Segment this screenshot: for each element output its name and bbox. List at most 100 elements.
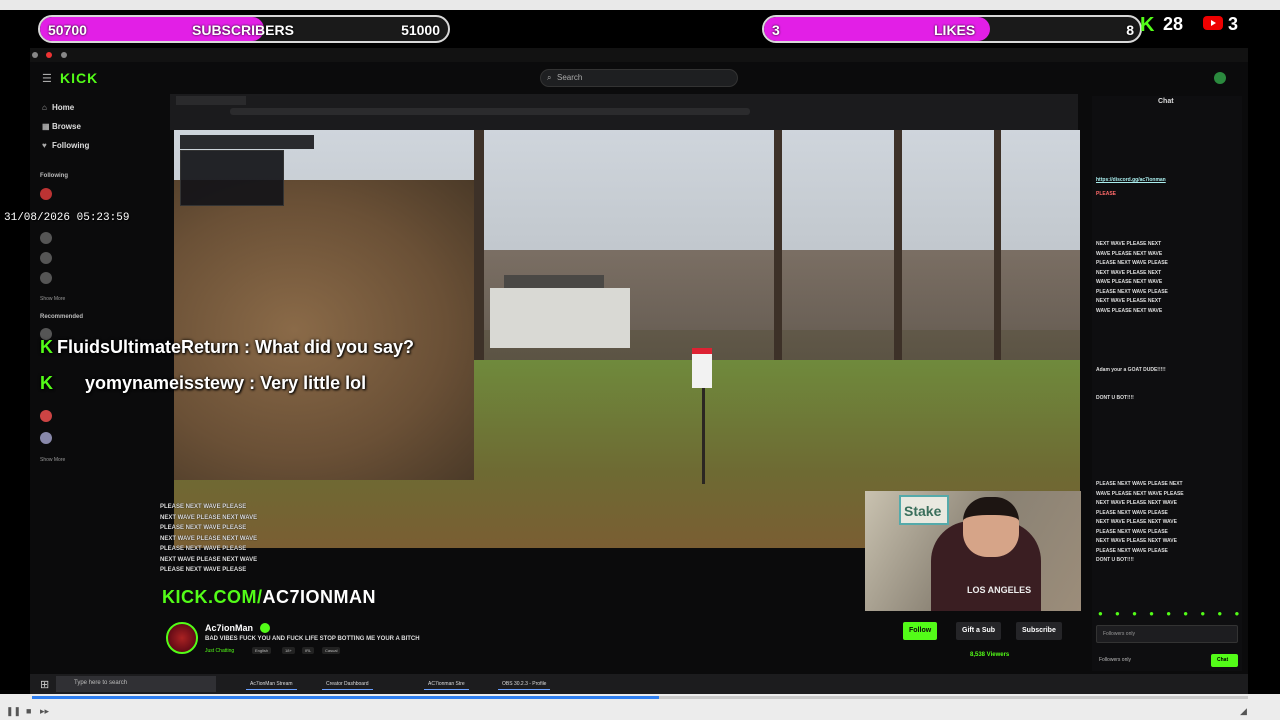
stream-tag[interactable]: Casual xyxy=(322,647,341,654)
sidebar-channel[interactable] xyxy=(40,250,150,266)
tree-trunk xyxy=(474,130,484,380)
house xyxy=(490,288,630,348)
avatar xyxy=(40,410,52,422)
avatar xyxy=(40,188,52,200)
skip-icon[interactable]: ▸▸ xyxy=(40,706,49,717)
menu-icon[interactable]: ☰ xyxy=(42,72,52,85)
bookmark-icon[interactable] xyxy=(60,52,67,58)
youtube-count: 3 xyxy=(1228,14,1239,34)
chat-message-list: PLEASE xyxy=(1096,191,1117,197)
nav-following[interactable]: ♥ Following xyxy=(42,141,89,150)
kick-follower-count: 28 xyxy=(1163,14,1184,34)
address-bar[interactable] xyxy=(230,108,750,115)
seek-bar[interactable] xyxy=(32,696,1248,699)
kick-url-watermark: KICK.COM/AC7IONMAN xyxy=(162,587,377,607)
bush xyxy=(174,180,474,480)
taskbar-search[interactable]: Type here to search xyxy=(56,676,216,692)
stop-icon[interactable]: ■ xyxy=(26,706,31,716)
subscribers-goal-bar: 50700 SUBSCRIBERS 51000 xyxy=(38,15,450,43)
sidebar-channel[interactable] xyxy=(40,430,150,446)
volume-icon[interactable]: ◢ xyxy=(1240,706,1247,717)
bookmark-icon[interactable] xyxy=(46,52,53,58)
show-more-link[interactable]: Show More xyxy=(40,296,65,302)
gift-sub-button[interactable]: Gift a Sub xyxy=(956,622,1002,640)
bookmark-icon[interactable] xyxy=(32,52,38,58)
taskbar-item[interactable]: Creator Dashboard xyxy=(322,678,373,690)
kick-k-icon: K xyxy=(40,373,53,393)
overlay-chat-message: K FluidsUltimateReturn : What did you say… xyxy=(40,337,415,357)
chat-message-list: PLEASE NEXT WAVE PLEASE NEXT WAVE PLEASE… xyxy=(1096,481,1184,563)
tree-trunk xyxy=(894,130,902,370)
nav-browse[interactable]: ▦ Browse xyxy=(42,122,81,131)
taskbar-item[interactable]: OBS 30.2.3 - Profile xyxy=(498,678,551,690)
stream-tag[interactable]: IRL xyxy=(302,647,315,654)
channel-avatar[interactable] xyxy=(166,622,198,654)
stream-tag[interactable]: 18+ xyxy=(282,647,295,654)
chat-message: DONT U BOT!!!! xyxy=(1096,395,1134,401)
chat-mode-label: Followers only xyxy=(1099,657,1131,663)
recommended-heading: Recommended xyxy=(40,314,84,320)
stream-category[interactable]: Just Chatting xyxy=(205,648,234,654)
chat-link[interactable]: https://discord.gg/ac7ionman xyxy=(1096,176,1238,186)
popup-window xyxy=(180,150,284,206)
kick-k-icon: K xyxy=(1140,14,1155,36)
search-input[interactable]: ⌕ Search xyxy=(540,69,738,87)
webcam-overlay: Stake LOS ANGELES xyxy=(865,491,1081,611)
popup-tab xyxy=(180,135,314,149)
windows-start-icon[interactable]: ⊞ xyxy=(40,678,49,691)
avatar xyxy=(40,432,52,444)
channel-name[interactable]: Ac7ionMan xyxy=(205,623,253,633)
chat-send-button[interactable]: Chat xyxy=(1211,654,1238,667)
likes-current: 3 xyxy=(772,22,780,38)
browser-bookmarks-bar xyxy=(30,48,1248,62)
likes-label: LIKES xyxy=(934,22,976,38)
tree-trunk xyxy=(774,130,782,360)
follow-button[interactable]: Follow xyxy=(903,622,938,640)
shirt-text: LOS ANGELES xyxy=(967,585,1032,595)
stake-sign: Stake xyxy=(899,495,949,525)
kick-logo[interactable]: KICK xyxy=(60,70,98,86)
viewer-count: 8,538 Viewers xyxy=(970,652,1010,658)
likes-goal-bar: 3 LIKES 8 xyxy=(762,15,1142,43)
stream-title: BAD VIBES FUCK YOU AND FUCK LIFE STOP BO… xyxy=(205,636,420,642)
subscribers-current: 50700 xyxy=(48,22,87,38)
search-icon: ⌕ xyxy=(547,73,552,82)
chat-message-list: NEXT WAVE PLEASE NEXT WAVE PLEASE NEXT W… xyxy=(1096,241,1168,314)
overlay-chat-message: Kyomynameisstewy : Very little lol xyxy=(40,373,367,393)
streamer-head xyxy=(963,497,1019,557)
chat-message: Adam your a GOAT DUDE!!!!! xyxy=(1096,367,1166,373)
avatar xyxy=(40,272,52,284)
subscribers-label: SUBSCRIBERS xyxy=(192,22,294,38)
search-placeholder: Search xyxy=(557,73,583,82)
taskbar-item[interactable]: AC7ionman Stre xyxy=(424,678,469,690)
likes-goal: 8 xyxy=(1126,22,1134,38)
emote-bar[interactable]: ● ● ● ● ● ● ● ● ● xyxy=(1098,609,1244,618)
nav-home[interactable]: ⌂ Home xyxy=(42,103,74,112)
stacked-chat: PLEASE NEXT WAVE PLEASE NEXT WAVE PLEASE… xyxy=(160,504,258,573)
subscribe-button[interactable]: Subscribe xyxy=(1016,622,1062,640)
datetime-overlay: 31/08/2026 05:23:59 xyxy=(4,212,130,224)
seek-progress xyxy=(32,696,659,699)
avatar xyxy=(40,252,52,264)
street-sign xyxy=(692,348,712,388)
play-pause-icon[interactable]: ❚❚ xyxy=(6,706,21,717)
sidebar-channel[interactable] xyxy=(40,270,150,286)
sidebar-channel[interactable] xyxy=(40,408,150,424)
stream-tag[interactable]: English xyxy=(252,647,272,654)
sign-post xyxy=(702,388,705,484)
browse-icon: ▦ xyxy=(42,122,50,131)
avatar xyxy=(40,232,52,244)
show-more-link[interactable]: Show More xyxy=(40,457,65,463)
heart-icon: ♥ xyxy=(42,141,47,150)
taskbar-item[interactable]: Ac7ionMan Stream xyxy=(246,678,297,690)
sidebar-channel[interactable] xyxy=(40,230,150,246)
user-avatar[interactable] xyxy=(1214,72,1226,84)
chat-title: Chat xyxy=(1158,98,1174,105)
browser-tab[interactable] xyxy=(176,96,246,105)
embedded-browser-bar xyxy=(170,94,1078,130)
tree-trunk xyxy=(994,130,1001,380)
sidebar-channel[interactable] xyxy=(40,186,150,202)
subscribers-goal: 51000 xyxy=(401,22,440,38)
player-title-strip xyxy=(0,0,1280,10)
chat-input[interactable]: Followers only xyxy=(1096,625,1238,643)
